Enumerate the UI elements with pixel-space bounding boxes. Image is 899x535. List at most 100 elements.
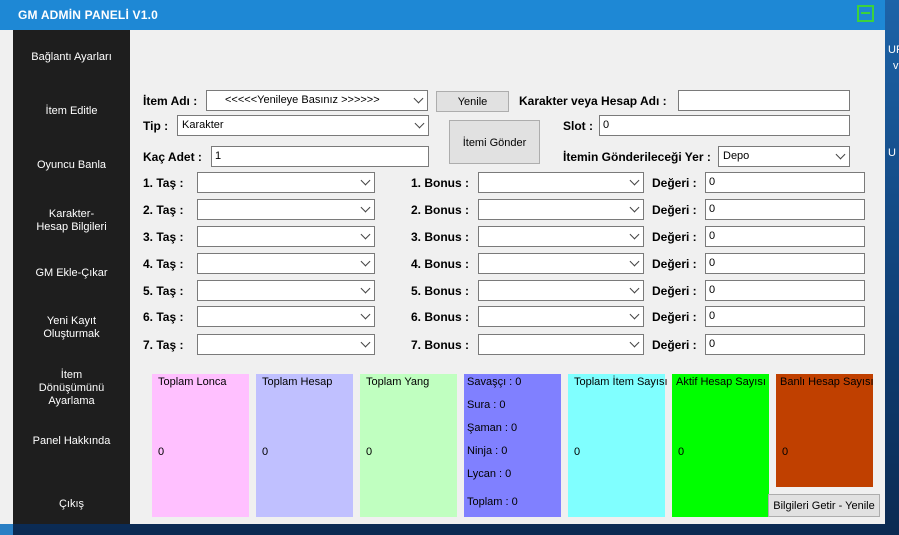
app-window: GM ADMİN PANELİ V1.0 Bağlantı Ayarları İ… (0, 0, 885, 524)
bonus-select[interactable] (478, 306, 644, 327)
sidebar-item-about[interactable]: Panel Hakkında (13, 435, 130, 448)
bonus-amount-input[interactable]: 0 (705, 199, 865, 220)
class-total-count: Toplam : 0 (467, 496, 518, 508)
sidebar-item-gm-manage[interactable]: GM Ekle-Çıkar (13, 267, 130, 280)
stat-value: 0 (678, 446, 685, 458)
bonus-label: 4. Bonus : (411, 257, 470, 271)
bonus-amount-input[interactable]: 0 (705, 172, 865, 193)
lycan-count: Lycan : 0 (467, 468, 512, 480)
chevron-down-icon (415, 94, 422, 102)
destination-select[interactable]: Depo (718, 146, 850, 167)
stat-title: Toplam Yang (366, 376, 430, 388)
bonus-label: 1. Bonus : (411, 176, 470, 190)
stat-value: 0 (262, 446, 269, 458)
stat-value: 0 (158, 446, 165, 458)
stone-label: 5. Taş : (143, 284, 184, 298)
refresh-item-button[interactable]: Yenile (436, 91, 509, 112)
chevron-down-icon (362, 338, 369, 346)
desktop-text: UF (888, 44, 899, 56)
destination-label: İtemin Gönderileceği Yer : (563, 150, 711, 164)
desktop-text: U (888, 147, 896, 159)
chevron-down-icon (362, 203, 369, 211)
stat-total-items: Toplam İtem Sayısı 0 (568, 374, 668, 517)
stone-select[interactable] (197, 280, 375, 301)
count-label: Kaç Adet : (143, 150, 202, 164)
chevron-down-icon (362, 230, 369, 238)
sidebar-item-ban-player[interactable]: Oyuncu Banla (13, 159, 130, 172)
type-value: Karakter (182, 119, 224, 131)
bonus-label: 7. Bonus : (411, 338, 470, 352)
stone-label: 6. Taş : (143, 310, 184, 324)
bonus-amount-input[interactable]: 0 (705, 334, 865, 355)
stat-total-guilds: Toplam Lonca 0 (152, 374, 249, 517)
stat-title: Banlı Hesap Sayısı (780, 376, 874, 388)
chevron-down-icon (631, 176, 638, 184)
bonus-select[interactable] (478, 226, 644, 247)
stat-title: Toplam Lonca (158, 376, 227, 388)
sidebar: Bağlantı Ayarları İtem Editle Oyuncu Ban… (13, 30, 130, 524)
bonus-amount-input[interactable]: 0 (705, 253, 865, 274)
type-select[interactable]: Karakter (177, 115, 429, 136)
sidebar-item-character-info[interactable]: Karakter-Hesap Bilgileri (13, 208, 130, 234)
stat-active-accounts: Aktif Hesap Sayısı 0 (672, 374, 769, 517)
bonus-select[interactable] (478, 199, 644, 220)
stat-title: Toplam İtem Sayısı (574, 376, 668, 388)
chevron-down-icon (631, 284, 638, 292)
slot-input[interactable]: 0 (599, 115, 850, 136)
chevron-down-icon (631, 230, 638, 238)
stone-select[interactable] (197, 306, 375, 327)
stone-select[interactable] (197, 199, 375, 220)
bonus-select[interactable] (478, 334, 644, 355)
stat-value: 0 (574, 446, 581, 458)
bonus-select[interactable] (478, 172, 644, 193)
stone-select[interactable] (197, 226, 375, 247)
bonus-select[interactable] (478, 280, 644, 301)
stone-select[interactable] (197, 334, 375, 355)
send-item-button[interactable]: İtemi Gönder (449, 120, 540, 164)
stat-class-counts: Savaşçı : 0 Sura : 0 Şaman : 0 Ninja : 0… (464, 374, 561, 517)
bonus-amount-label: Değeri : (652, 310, 697, 324)
chevron-down-icon (362, 310, 369, 318)
sidebar-item-connection[interactable]: Bağlantı Ayarları (13, 51, 130, 64)
chevron-down-icon (631, 338, 638, 346)
sidebar-item-new-record[interactable]: Yeni Kayıt Oluşturmak (13, 315, 130, 341)
chevron-down-icon (631, 310, 638, 318)
account-input[interactable] (678, 90, 850, 111)
warrior-count: Savaşçı : 0 (467, 376, 522, 388)
count-input[interactable]: 1 (211, 146, 429, 167)
window-title: GM ADMİN PANELİ V1.0 (18, 8, 159, 22)
sidebar-item-edit-item[interactable]: İtem Editle (13, 105, 130, 118)
stone-label: 7. Taş : (143, 338, 184, 352)
item-name-label: İtem Adı : (143, 94, 198, 108)
minimize-icon[interactable] (857, 5, 874, 22)
chevron-down-icon (631, 257, 638, 265)
stone-select[interactable] (197, 253, 375, 274)
bonus-amount-input[interactable]: 0 (705, 226, 865, 247)
bonus-amount-input[interactable]: 0 (705, 306, 865, 327)
chevron-down-icon (362, 176, 369, 184)
stone-select[interactable] (197, 172, 375, 193)
stone-label: 1. Taş : (143, 176, 184, 190)
slot-label: Slot : (563, 119, 593, 133)
refresh-stats-button[interactable]: Bilgileri Getir - Yenile (768, 494, 880, 517)
bonus-amount-label: Değeri : (652, 284, 697, 298)
destination-value: Depo (723, 150, 750, 162)
type-label: Tip : (143, 119, 169, 133)
item-name-select[interactable]: <<<<<Yenileye Basınız >>>>>> (206, 90, 428, 111)
bonus-select[interactable] (478, 253, 644, 274)
stat-total-yang: Toplam Yang 0 (360, 374, 457, 517)
bonus-amount-label: Değeri : (652, 203, 697, 217)
bonus-amount-label: Değeri : (652, 176, 697, 190)
stone-label: 2. Taş : (143, 203, 184, 217)
chevron-down-icon (416, 119, 423, 127)
desktop-text: v (893, 60, 899, 72)
shaman-count: Şaman : 0 (467, 422, 518, 434)
bonus-amount-input[interactable]: 0 (705, 280, 865, 301)
title-bar[interactable]: GM ADMİN PANELİ V1.0 (0, 0, 885, 30)
stone-label: 4. Taş : (143, 257, 184, 271)
sidebar-item-item-conversion[interactable]: İtem Dönüşümünü Ayarlama (13, 369, 130, 408)
item-name-value: <<<<<Yenileye Basınız >>>>>> (225, 94, 380, 106)
bonus-label: 2. Bonus : (411, 203, 470, 217)
bonus-label: 5. Bonus : (411, 284, 470, 298)
sidebar-item-exit[interactable]: Çıkış (13, 498, 130, 511)
